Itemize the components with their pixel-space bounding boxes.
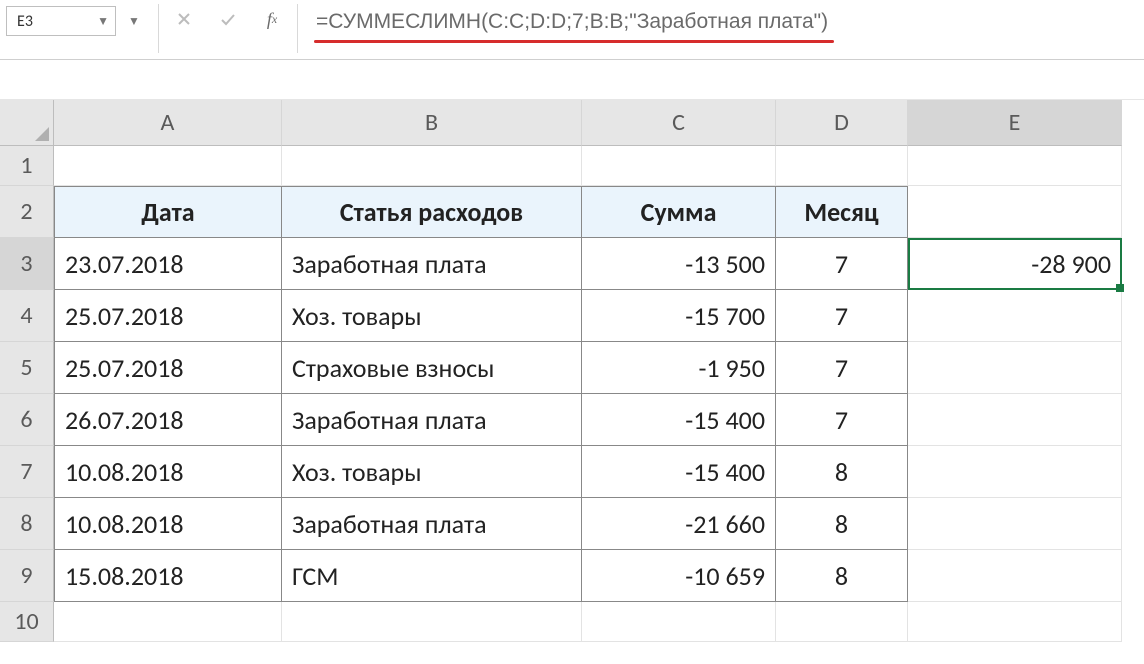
row-header-8[interactable]: 8: [0, 498, 54, 550]
cell-B1[interactable]: [282, 146, 582, 186]
cell-A6[interactable]: 26.07.2018: [54, 394, 282, 446]
row-header-3[interactable]: 3: [0, 238, 54, 290]
row-header-2[interactable]: 2: [0, 186, 54, 238]
cell-B5[interactable]: Страховые взносы: [282, 342, 582, 394]
table-row: 15.08.2018 ГСМ -10 659 8: [54, 550, 1144, 602]
row-header-4[interactable]: 4: [0, 290, 54, 342]
cell-D9[interactable]: 8: [776, 550, 908, 602]
table-row: Дата Статья расходов Сумма Месяц: [54, 186, 1144, 238]
cell-D7[interactable]: 8: [776, 446, 908, 498]
cell-D10[interactable]: [776, 602, 908, 642]
table-row: 25.07.2018 Страховые взносы -1 950 7: [54, 342, 1144, 394]
cell-D4[interactable]: 7: [776, 290, 908, 342]
cell-D3[interactable]: 7: [776, 238, 908, 290]
cell-E6[interactable]: [908, 394, 1122, 446]
sheet-body: 1 2 3 4 5 6 7 8 9 10 Дата Статья расходо…: [0, 146, 1144, 642]
table-row: 26.07.2018 Заработная плата -15 400 7: [54, 394, 1144, 446]
cancel-icon[interactable]: [173, 8, 195, 30]
cell-A2[interactable]: Дата: [54, 186, 282, 238]
col-header-B[interactable]: B: [282, 100, 582, 146]
formula-bar: E3 ▼ ▼ fx: [0, 0, 1144, 60]
cell-E5[interactable]: [908, 342, 1122, 394]
cell-C3[interactable]: -13 500: [582, 238, 776, 290]
table-row: 23.07.2018 Заработная плата -13 500 7 -2…: [54, 238, 1144, 290]
cell-A4[interactable]: 25.07.2018: [54, 290, 282, 342]
table-row: 10.08.2018 Хоз. товары -15 400 8: [54, 446, 1144, 498]
cell-C5[interactable]: -1 950: [582, 342, 776, 394]
col-header-D[interactable]: D: [776, 100, 908, 146]
table-row: [54, 602, 1144, 642]
cell-A1[interactable]: [54, 146, 282, 186]
cell-D2[interactable]: Месяц: [776, 186, 908, 238]
cell-B8[interactable]: Заработная плата: [282, 498, 582, 550]
cell-B6[interactable]: Заработная плата: [282, 394, 582, 446]
row-header-10[interactable]: 10: [0, 602, 54, 642]
separator: [158, 4, 159, 53]
row-headers: 1 2 3 4 5 6 7 8 9 10: [0, 146, 54, 642]
formula-bar-buttons: fx: [173, 4, 283, 53]
col-header-E[interactable]: E: [908, 100, 1122, 146]
cell-B3[interactable]: Заработная плата: [282, 238, 582, 290]
cell-B9[interactable]: ГСМ: [282, 550, 582, 602]
table-row: [54, 146, 1144, 186]
col-header-C[interactable]: C: [582, 100, 776, 146]
cell-B10[interactable]: [282, 602, 582, 642]
select-all-corner[interactable]: [0, 100, 54, 146]
cell-C4[interactable]: -15 700: [582, 290, 776, 342]
cell-A5[interactable]: 25.07.2018: [54, 342, 282, 394]
cell-E9[interactable]: [908, 550, 1122, 602]
cell-D5[interactable]: 7: [776, 342, 908, 394]
name-box-value: E3: [17, 12, 33, 31]
cell-A8[interactable]: 10.08.2018: [54, 498, 282, 550]
row-header-9[interactable]: 9: [0, 550, 54, 602]
enter-icon[interactable]: [217, 8, 239, 30]
cell-D8[interactable]: 8: [776, 498, 908, 550]
cell-C10[interactable]: [582, 602, 776, 642]
row-header-6[interactable]: 6: [0, 394, 54, 446]
cell-E10[interactable]: [908, 602, 1122, 642]
row-header-7[interactable]: 7: [0, 446, 54, 498]
col-header-A[interactable]: A: [54, 100, 282, 146]
cell-E4[interactable]: [908, 290, 1122, 342]
fx-icon[interactable]: fx: [261, 8, 283, 30]
cell-E8[interactable]: [908, 498, 1122, 550]
row-header-5[interactable]: 5: [0, 342, 54, 394]
cell-D1[interactable]: [776, 146, 908, 186]
cell-C6[interactable]: -15 400: [582, 394, 776, 446]
cell-C2[interactable]: Сумма: [582, 186, 776, 238]
cell-E7[interactable]: [908, 446, 1122, 498]
spacer: [0, 60, 1144, 100]
cell-B2[interactable]: Статья расходов: [282, 186, 582, 238]
cell-E1[interactable]: [908, 146, 1122, 186]
chevron-down-icon[interactable]: ▼: [124, 6, 144, 36]
cell-A10[interactable]: [54, 602, 282, 642]
row-header-1[interactable]: 1: [0, 146, 54, 186]
cell-A3[interactable]: 23.07.2018: [54, 238, 282, 290]
column-header-row: A B C D E: [0, 100, 1144, 146]
grid: Дата Статья расходов Сумма Месяц 23.07.2…: [54, 146, 1144, 642]
annotation-underline: [314, 40, 834, 43]
separator: [297, 4, 298, 53]
cell-C9[interactable]: -10 659: [582, 550, 776, 602]
cell-C7[interactable]: -15 400: [582, 446, 776, 498]
table-row: 25.07.2018 Хоз. товары -15 700 7: [54, 290, 1144, 342]
cell-A7[interactable]: 10.08.2018: [54, 446, 282, 498]
cell-B7[interactable]: Хоз. товары: [282, 446, 582, 498]
cell-A9[interactable]: 15.08.2018: [54, 550, 282, 602]
cell-B4[interactable]: Хоз. товары: [282, 290, 582, 342]
table-row: 10.08.2018 Заработная плата -21 660 8: [54, 498, 1144, 550]
name-box[interactable]: E3 ▼: [6, 6, 116, 36]
cell-E2[interactable]: [908, 186, 1122, 238]
cell-E3[interactable]: -28 900: [908, 238, 1122, 290]
formula-input[interactable]: [312, 8, 1138, 40]
cell-C1[interactable]: [582, 146, 776, 186]
chevron-down-icon[interactable]: ▼: [97, 14, 109, 29]
name-box-group: E3 ▼ ▼: [6, 4, 144, 53]
cell-C8[interactable]: -21 660: [582, 498, 776, 550]
formula-input-area: [312, 4, 1138, 53]
cell-D6[interactable]: 7: [776, 394, 908, 446]
